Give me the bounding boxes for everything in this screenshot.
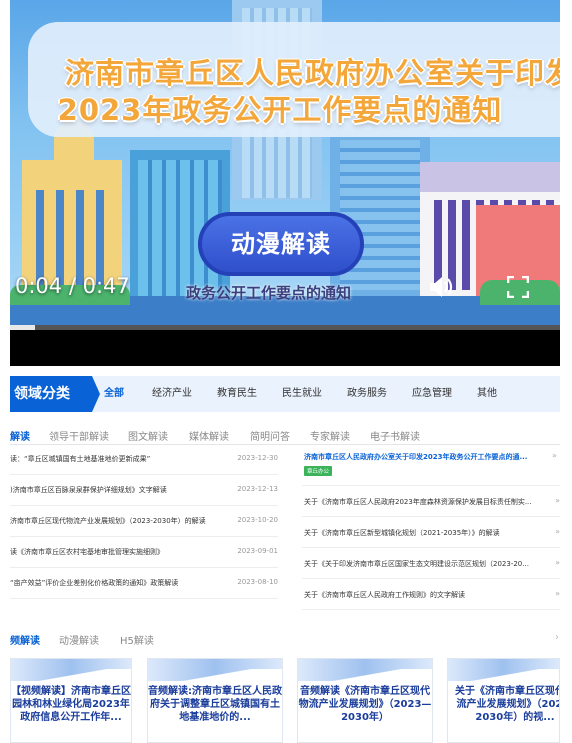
video-time: 0:04 / 0:47 [15, 274, 130, 298]
video-title-line2: 2023年政务公开工作要点的通知 [57, 93, 503, 127]
category-economy[interactable]: 经济产业 [152, 376, 192, 412]
fullscreen-icon[interactable] [507, 276, 529, 298]
list-item[interactable]: 关于《济南市章丘区人民政府工作规则》的文字解读 » [302, 579, 560, 610]
tab-h5-interpretation[interactable]: H5解读 [120, 632, 154, 647]
tab-interpretation[interactable]: 解读 [10, 428, 30, 443]
list-item[interactable]: 关于《济南市章丘区人民政府2023年度森林资源保护发展目标责任制实... » [302, 486, 560, 517]
tab-video-interpretation[interactable]: 频解读 [10, 632, 40, 647]
tab-qa[interactable]: 简明问答 [250, 428, 290, 443]
list-item[interactable]: 读：“章丘区城镇国有土地基准地价更新成果” 2023-12-30 [10, 445, 278, 475]
animation-interpretation-badge: 动漫解读 [198, 212, 364, 276]
video-frame: 济南市章丘区人民政府办公室关于印发 2023年政务公开工作要点的通知 动漫解读 … [10, 0, 560, 325]
list-item[interactable]: 济南市章丘区现代物流产业发展规划》（2023-2030年）的解读 2023-10… [10, 507, 278, 537]
category-title: 领域分类 [10, 376, 100, 412]
card-title: 音频解读《济南市章丘区现代物流产业发展规划》（2023—2030年） [298, 686, 432, 723]
list-item-title[interactable]: 读：“章丘区城镇国有土地基准地价更新成果” [10, 454, 150, 464]
category-other[interactable]: 其他 [477, 376, 497, 412]
video-player[interactable]: 济南市章丘区人民政府办公室关于印发 2023年政务公开工作要点的通知 动漫解读 … [10, 0, 560, 366]
list-item-date: 2023-10-20 [237, 516, 278, 524]
category-government-service[interactable]: 政务服务 [347, 376, 387, 412]
tab-graphic-interpretation[interactable]: 图文解读 [128, 428, 168, 443]
card-title: 音频解读:济南市章丘区人民政府关于调整章丘区城镇国有土地基准地价的... [148, 686, 282, 723]
arrow-icon: » [552, 451, 557, 460]
list-item-title[interactable]: “亩产效益”评价企业差别化价格政策的通知》政策解读 [10, 578, 178, 588]
list-item-date: 2023-12-30 [237, 454, 278, 462]
featured-item-title[interactable]: 济南市章丘区人民政府办公室关于印发2023年政务公开工作要点的通... [304, 452, 527, 462]
tab-animation-interpretation[interactable]: 动漫解读 [59, 632, 99, 647]
arrow-icon: » [555, 527, 560, 536]
card-banner [448, 659, 559, 681]
category-emergency[interactable]: 应急管理 [412, 376, 452, 412]
media-card[interactable]: 关于《济南市章丘区现代物流产业发展规划》（2023-2030年）的视... [447, 658, 560, 743]
list-item-title[interactable]: 关于《济南市章丘区新型城镇化规划（2021-2035年）》的解读 [304, 528, 500, 538]
list-item[interactable]: 关于《济南市章丘区新型城镇化规划（2021-2035年）》的解读 » [302, 517, 560, 548]
card-banner [148, 659, 282, 681]
video-progress-fill [10, 325, 35, 330]
list-item-date: 2023-12-13 [237, 485, 278, 493]
tab-expert-interpretation[interactable]: 专家解读 [310, 428, 350, 443]
list-item-title[interactable]: 关于《关于印发济南市章丘区国家生态文明建设示范区规划（2023-20... [304, 559, 529, 569]
more-arrow-icon[interactable]: › [555, 632, 559, 643]
arrow-icon: » [555, 496, 560, 505]
list-item-title[interactable]: 济南市章丘区现代物流产业发展规划》（2023-2030年）的解读 [10, 516, 206, 526]
list-item-date: 2023-09-01 [237, 547, 278, 555]
list-item-title[interactable]: )济南市章丘区百脉泉泉群保护详细规划》文字解读 [10, 485, 167, 495]
card-banner [11, 659, 131, 681]
arrow-icon: » [555, 558, 560, 567]
list-item[interactable]: )济南市章丘区百脉泉泉群保护详细规划》文字解读 2023-12-13 [10, 476, 278, 506]
featured-item-badge: 章丘办公 [304, 466, 333, 476]
video-title-line1: 济南市章丘区人民政府办公室关于印发 [64, 56, 560, 90]
video-progress-bar[interactable] [10, 325, 560, 330]
media-card[interactable]: 音频解读《济南市章丘区现代物流产业发展规划》（2023—2030年） [297, 658, 433, 743]
arrow-icon: » [555, 589, 560, 598]
list-item[interactable]: “亩产效益”评价企业差别化价格政策的通知》政策解读 2023-08-10 [10, 569, 278, 599]
card-title: 关于《济南市章丘区现代物流产业发展规划》（2023-2030年）的视... [455, 686, 559, 723]
tab-media-interpretation[interactable]: 媒体解读 [189, 428, 229, 443]
list-item-title[interactable]: 关于《济南市章丘区人民政府2023年度森林资源保护发展目标责任制实... [304, 497, 532, 507]
page: 济南市章丘区人民政府办公室关于印发 2023年政务公开工作要点的通知 动漫解读 … [0, 0, 572, 743]
video-subtitle: 政务公开工作要点的通知 [186, 284, 352, 302]
category-all[interactable]: 全部 [104, 376, 124, 412]
tab-leader-interpretation[interactable]: 领导干部解读 [49, 428, 109, 443]
media-card[interactable]: 音频解读:济南市章丘区人民政府关于调整章丘区城镇国有土地基准地价的... [147, 658, 283, 743]
media-card[interactable]: 【视频解读】济南市章丘区园林和林业绿化局2023年政府信息公开工作年... [10, 658, 132, 743]
list-item[interactable]: 读《济南市章丘区农村宅基地审批管理实施细则》 2023-09-01 [10, 538, 278, 568]
list-item-date: 2023-08-10 [237, 578, 278, 586]
volume-icon[interactable] [428, 275, 454, 299]
list-item-title[interactable]: 读《济南市章丘区农村宅基地审批管理实施细则》 [10, 547, 164, 557]
tab-ebook-interpretation[interactable]: 电子书解读 [370, 428, 420, 443]
list-item[interactable]: 关于《关于印发济南市章丘区国家生态文明建设示范区规划（2023-20... » [302, 548, 560, 579]
card-banner [298, 659, 432, 681]
category-education[interactable]: 教育民生 [217, 376, 257, 412]
card-title: 【视频解读】济南市章丘区园林和林业绿化局2023年政府信息公开工作年... [11, 686, 131, 723]
list-item-title[interactable]: 关于《济南市章丘区人民政府工作规则》的文字解读 [304, 590, 465, 600]
category-employment[interactable]: 民生就业 [282, 376, 322, 412]
category-bar: 领域分类 全部 经济产业 教育民生 民生就业 政务服务 应急管理 其他 [10, 376, 560, 412]
